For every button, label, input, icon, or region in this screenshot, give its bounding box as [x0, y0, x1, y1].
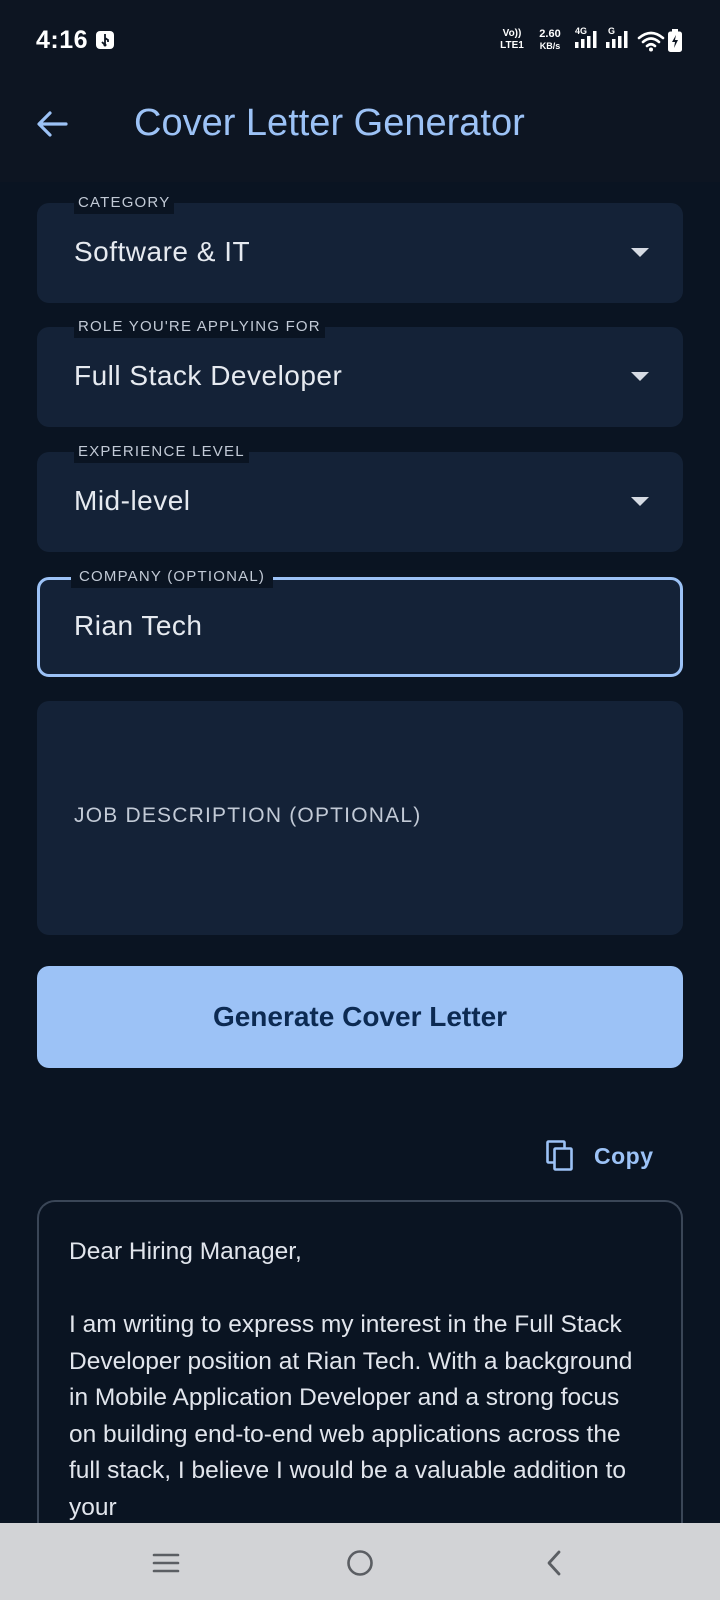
volte-bottom: LTE1: [500, 40, 524, 51]
menu-lines-icon: [152, 1553, 180, 1573]
role-label: ROLE YOU'RE APPLYING FOR: [74, 316, 325, 338]
copy-icon: [546, 1140, 573, 1171]
volte-top: Vo)): [502, 28, 522, 39]
status-bar: 4:16 Vo)) LTE1 2.60 KB/s 4G G: [0, 0, 720, 82]
role-dropdown[interactable]: ROLE YOU'RE APPLYING FOR Full Stack Deve…: [37, 316, 683, 427]
caret-down-icon: [631, 248, 649, 257]
company-input[interactable]: COMPANY (OPTIONAL) Rian Tech: [37, 566, 683, 677]
volte-indicator: Vo)) LTE1: [495, 28, 529, 52]
sim1-network-type: 4G: [575, 26, 588, 36]
circle-home-icon: [347, 1550, 373, 1576]
copy-button[interactable]: Copy: [546, 1136, 654, 1176]
usb-icon: [96, 31, 114, 49]
status-time: 4:16: [36, 26, 89, 54]
arrow-left-icon: [37, 111, 68, 137]
sim2-network-type: G: [608, 26, 616, 36]
chevron-left-icon: [547, 1550, 561, 1576]
nav-recents-button[interactable]: [144, 1543, 188, 1583]
category-value: Software & IT: [74, 236, 251, 267]
nav-home-button[interactable]: [338, 1543, 382, 1583]
experience-value: Mid-level: [74, 485, 191, 516]
experience-label: EXPERIENCE LEVEL: [74, 441, 249, 463]
experience-dropdown[interactable]: EXPERIENCE LEVEL Mid-level: [37, 441, 683, 552]
letter-greeting: Dear Hiring Manager,: [69, 1238, 302, 1265]
signal-sim2-icon: G: [604, 26, 630, 56]
letter-body: I am writing to express my interest in t…: [69, 1311, 640, 1521]
nav-back-button[interactable]: [532, 1543, 576, 1583]
category-dropdown[interactable]: CATEGORY Software & IT: [37, 192, 683, 303]
back-button[interactable]: [30, 102, 74, 146]
category-label: CATEGORY: [74, 192, 175, 214]
caret-down-icon: [631, 497, 649, 506]
job-description-input[interactable]: JOB DESCRIPTION (OPTIONAL): [37, 701, 683, 935]
copy-label: Copy: [594, 1142, 654, 1169]
network-speed: 2.60 KB/s: [533, 28, 567, 52]
company-value: Rian Tech: [74, 610, 203, 641]
cover-letter-text: Dear Hiring Manager, I am writing to exp…: [69, 1234, 649, 1526]
wifi-icon: [637, 31, 665, 52]
network-speed-value: 2.60: [539, 28, 561, 40]
page-title: Cover Letter Generator: [134, 102, 525, 144]
battery-charging-icon: [668, 29, 682, 52]
cover-letter-output: Dear Hiring Manager, I am writing to exp…: [37, 1200, 683, 1560]
generate-cover-letter-button[interactable]: Generate Cover Letter: [37, 966, 683, 1068]
signal-sim1-icon: 4G: [573, 26, 599, 56]
network-speed-unit: KB/s: [539, 41, 561, 51]
caret-down-icon: [631, 372, 649, 381]
company-label: COMPANY (OPTIONAL): [71, 566, 274, 588]
role-value: Full Stack Developer: [74, 360, 343, 391]
navigation-bar: [0, 1523, 720, 1600]
job-description-placeholder: JOB DESCRIPTION (OPTIONAL): [74, 804, 422, 827]
app-bar: Cover Letter Generator: [0, 82, 720, 182]
